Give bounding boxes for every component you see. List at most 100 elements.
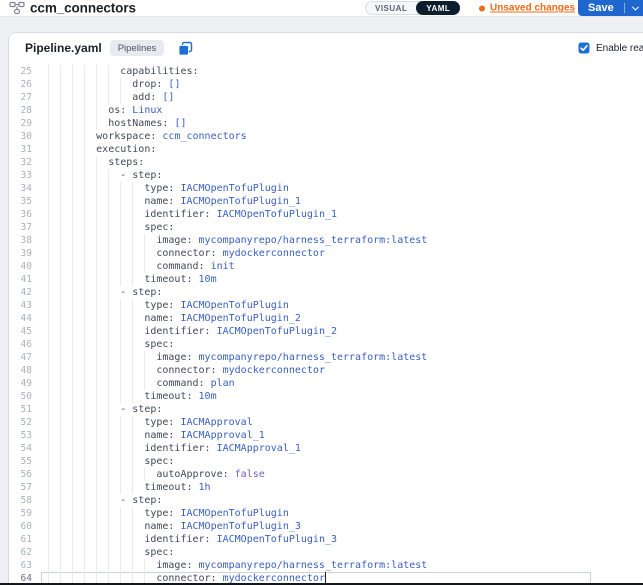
line-number: 63	[9, 559, 41, 572]
line-number: 51	[9, 403, 41, 416]
line-number: 26	[9, 78, 41, 91]
cursor-caret	[325, 572, 326, 583]
line-number: 32	[9, 156, 41, 169]
code-line[interactable]: 37spec:	[9, 221, 643, 234]
code-line[interactable]: 41timeout: 10m	[9, 273, 643, 286]
code-line[interactable]: 61identifier: IACMOpenTofuPlugin_3	[9, 533, 643, 546]
pipeline-header: ccm_connectors VISUAL YAML Unsaved chang…	[0, 0, 643, 17]
code-line[interactable]: 32steps:	[9, 156, 643, 169]
code-line[interactable]: 40command: init	[9, 260, 643, 273]
save-dropdown-button[interactable]	[625, 0, 643, 16]
code-line[interactable]: 45identifier: IACMOpenTofuPlugin_2	[9, 325, 643, 338]
checkbox-checked-icon	[578, 42, 590, 54]
chevron-down-icon	[632, 3, 639, 10]
code-line[interactable]: 33- step:	[9, 169, 643, 182]
pipelines-badge: Pipelines	[110, 40, 165, 56]
code-line[interactable]: 53name: IACMApproval_1	[9, 429, 643, 442]
line-number: 43	[9, 299, 41, 312]
code-line[interactable]: 26drop: []	[9, 78, 643, 91]
save-split-button: Save	[578, 0, 643, 16]
line-number: 55	[9, 455, 41, 468]
enable-readonly-group: Enable read/	[578, 42, 643, 54]
line-number: 58	[9, 494, 41, 507]
code-line[interactable]: 63image: mycompanyrepo/harness_terraform…	[9, 559, 643, 572]
copy-icon	[178, 41, 193, 56]
file-name: Pipeline.yaml	[25, 41, 102, 55]
code-line[interactable]: 50timeout: 10m	[9, 390, 643, 403]
code-line[interactable]: 35name: IACMOpenTofuPlugin_1	[9, 195, 643, 208]
code-line[interactable]: 60name: IACMOpenTofuPlugin_3	[9, 520, 643, 533]
code-line[interactable]: 49command: plan	[9, 377, 643, 390]
line-number: 53	[9, 429, 41, 442]
code-line[interactable]: 47image: mycompanyrepo/harness_terraform…	[9, 351, 643, 364]
enable-readonly-label[interactable]: Enable read/	[596, 43, 643, 54]
code-line[interactable]: 46spec:	[9, 338, 643, 351]
enable-readonly-checkbox[interactable]	[578, 42, 590, 54]
code-line[interactable]: 30workspace: ccm_connectors	[9, 130, 643, 143]
line-number: 60	[9, 520, 41, 533]
line-number: 52	[9, 416, 41, 429]
line-number: 44	[9, 312, 41, 325]
code-line[interactable]: 42- step:	[9, 286, 643, 299]
line-number: 57	[9, 481, 41, 494]
code-line[interactable]: 55spec:	[9, 455, 643, 468]
line-number: 42	[9, 286, 41, 299]
line-number: 59	[9, 507, 41, 520]
code-line[interactable]: 51- step:	[9, 403, 643, 416]
line-number: 41	[9, 273, 41, 286]
code-line[interactable]: 43type: IACMOpenTofuPlugin	[9, 299, 643, 312]
code-line[interactable]: 52type: IACMApproval	[9, 416, 643, 429]
line-number: 39	[9, 247, 41, 260]
dot-icon	[479, 5, 485, 11]
save-button[interactable]: Save	[578, 0, 624, 16]
code-line[interactable]: 36identifier: IACMOpenTofuPlugin_1	[9, 208, 643, 221]
line-number: 36	[9, 208, 41, 221]
yaml-panel: Pipeline.yaml Pipelines Enable read/ 25c…	[8, 32, 643, 585]
line-number: 48	[9, 364, 41, 377]
code-line[interactable]: 44name: IACMOpenTofuPlugin_2	[9, 312, 643, 325]
line-number: 37	[9, 221, 41, 234]
code-line[interactable]: 56autoApprove: false	[9, 468, 643, 481]
line-number: 62	[9, 546, 41, 559]
line-number: 25	[9, 65, 41, 78]
toggle-yaml[interactable]: YAML	[416, 1, 460, 15]
line-number: 28	[9, 104, 41, 117]
line-number: 29	[9, 117, 41, 130]
code-line[interactable]: 59type: IACMOpenTofuPlugin	[9, 507, 643, 520]
code-line[interactable]: 25capabilities:	[9, 65, 643, 78]
code-line[interactable]: 28os: Linux	[9, 104, 643, 117]
line-number: 38	[9, 234, 41, 247]
code-line[interactable]: 48connector: mydockerconnector	[9, 364, 643, 377]
copy-yaml-button[interactable]	[178, 41, 193, 56]
line-number: 35	[9, 195, 41, 208]
code-line[interactable]: 29hostNames: []	[9, 117, 643, 130]
line-number: 56	[9, 468, 41, 481]
code-line[interactable]: 27add: []	[9, 91, 643, 104]
page-title: ccm_connectors	[30, 1, 136, 16]
line-number: 31	[9, 143, 41, 156]
line-number: 30	[9, 130, 41, 143]
visual-yaml-toggle: VISUAL YAML	[365, 1, 460, 15]
code-line[interactable]: 39connector: mydockerconnector	[9, 247, 643, 260]
code-line[interactable]: 57timeout: 1h	[9, 481, 643, 494]
code-line[interactable]: 54identifier: IACMApproval_1	[9, 442, 643, 455]
code-line[interactable]: 62spec:	[9, 546, 643, 559]
line-number: 45	[9, 325, 41, 338]
code-line[interactable]: 38image: mycompanyrepo/harness_terraform…	[9, 234, 643, 247]
line-number: 54	[9, 442, 41, 455]
line-number: 46	[9, 338, 41, 351]
line-number: 61	[9, 533, 41, 546]
unsaved-changes-link[interactable]: Unsaved changes	[490, 3, 575, 14]
line-number: 34	[9, 182, 41, 195]
yaml-editor[interactable]: 25capabilities:26drop: []27add: []28os: …	[9, 63, 643, 585]
yaml-panel-header: Pipeline.yaml Pipelines Enable read/	[9, 33, 643, 63]
line-number: 33	[9, 169, 41, 182]
toggle-visual[interactable]: VISUAL	[366, 2, 416, 14]
code-line[interactable]: 31execution:	[9, 143, 643, 156]
line-number: 40	[9, 260, 41, 273]
line-number: 47	[9, 351, 41, 364]
code-line[interactable]: 58- step:	[9, 494, 643, 507]
line-number: 50	[9, 390, 41, 403]
code-line[interactable]: 34type: IACMOpenTofuPlugin	[9, 182, 643, 195]
line-number: 27	[9, 91, 41, 104]
